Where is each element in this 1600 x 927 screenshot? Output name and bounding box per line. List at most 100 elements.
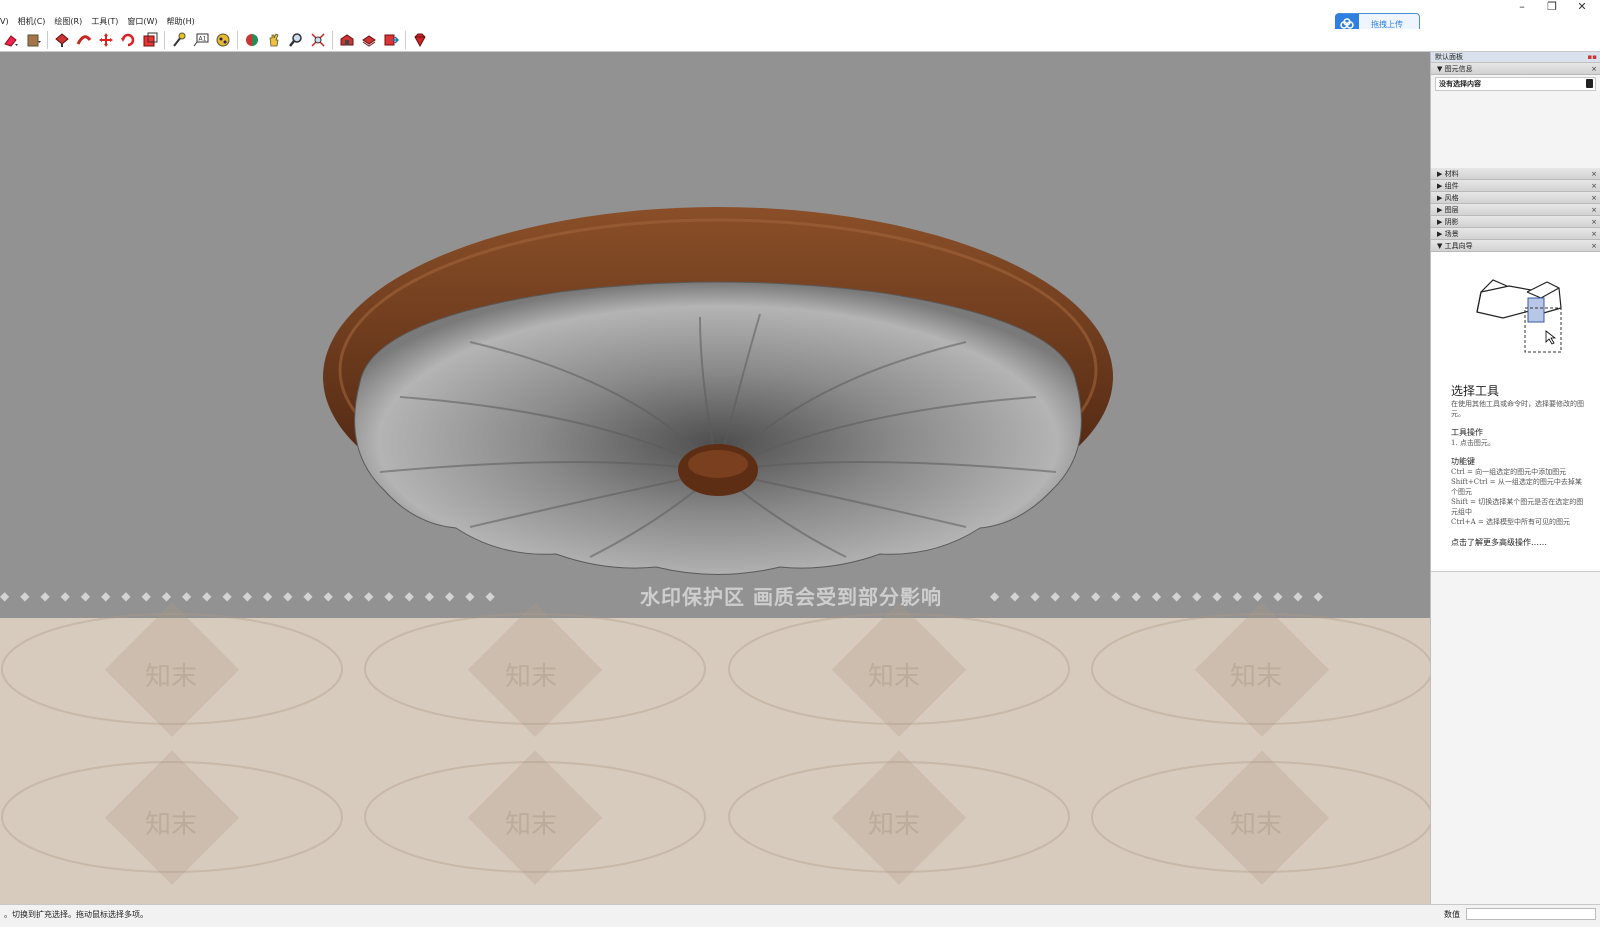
entity-info-selection: 没有选择内容 <box>1435 77 1596 91</box>
section-scenes[interactable]: ▶ 场景 × <box>1431 228 1600 240</box>
collapsed-arrow-icon: ▶ <box>1437 170 1443 178</box>
ruby-icon[interactable] <box>409 30 430 50</box>
pan-icon[interactable] <box>263 30 284 50</box>
title-bar: – ❐ ✕ <box>0 0 1600 14</box>
menu-window[interactable]: 窗口(W) <box>127 16 157 27</box>
toolbar-divider <box>332 31 333 49</box>
tray-pin-close-icon[interactable]: ▪▪ <box>1588 52 1598 63</box>
share-model-icon[interactable] <box>380 30 401 50</box>
close-icon[interactable]: × <box>1591 192 1597 204</box>
watermark-logo: 知末 <box>1230 662 1283 692</box>
section-label: 图层 <box>1444 206 1459 214</box>
model-viewport[interactable]: ◆◆◆◆◆◆◆◆◆◆◆◆◆◆◆◆◆◆◆◆◆◆◆◆◆ ◆◆◆◆◆◆◆◆◆◆◆◆◆◆… <box>0 52 1430 904</box>
menu-help[interactable]: 帮助(H) <box>167 16 195 27</box>
section-instructor[interactable]: ▼ 工具向导 × <box>1431 240 1600 252</box>
status-hint: 。切换到扩充选择。拖动鼠标选择多项。 <box>4 910 148 919</box>
eraser-icon[interactable] <box>0 30 21 50</box>
close-icon[interactable]: × <box>1591 168 1597 180</box>
zoom-extents-icon[interactable] <box>307 30 328 50</box>
instructor-body: 选择工具 在使用其他工具或命令时，选择要修改的图元。 工具操作 1. 点击图元。… <box>1431 252 1600 572</box>
minimize-button[interactable]: – <box>1507 0 1537 14</box>
zoom-icon[interactable] <box>285 30 306 50</box>
paint-icon[interactable] <box>212 30 233 50</box>
watermark-logo: 知末 <box>868 662 921 692</box>
watermark-dots-right: ◆◆◆◆◆◆◆◆◆◆◆◆◆◆◆◆◆ <box>990 589 1334 603</box>
close-button[interactable]: ✕ <box>1567 0 1597 14</box>
select-tool-illustration <box>1476 279 1562 353</box>
watermark-notice: 水印保护区 画质会受到部分影响 <box>640 585 942 609</box>
keys-heading: 功能键 <box>1451 457 1475 466</box>
watermark-logo: 知末 <box>868 810 921 840</box>
expand-arrow-icon: ▼ <box>1437 242 1443 250</box>
section-label: 组件 <box>1444 182 1459 190</box>
entity-info-header[interactable]: ▼ 图元信息 × <box>1431 63 1600 75</box>
tool-title: 选择工具 <box>1451 384 1500 398</box>
section-label: 工具向导 <box>1444 242 1473 250</box>
status-bar: 。切换到扩充选择。拖动鼠标选择多项。 数值 <box>0 904 1600 927</box>
section-shadows[interactable]: ▶ 阴影 × <box>1431 216 1600 228</box>
toolbar-divider <box>405 31 406 49</box>
watermark-logo: 知末 <box>145 810 198 840</box>
section-label: 风格 <box>1444 194 1459 202</box>
section-label: 阴影 <box>1444 218 1459 226</box>
sketchup-window: – ❐ ✕ V) 相机(C) 绘图(R) 工具(T) 窗口(W) 帮助(H) 拖… <box>0 0 1600 927</box>
key-item: Shift = 切换选择某个图元是否在选定的图元组中 <box>1451 498 1584 516</box>
menu-tools[interactable]: 工具(T) <box>91 16 118 27</box>
measurements-label: 数值 <box>1444 910 1460 919</box>
scale-icon[interactable] <box>139 30 160 50</box>
close-icon[interactable]: × <box>1591 240 1597 252</box>
close-icon[interactable]: × <box>1591 204 1597 216</box>
warehouse-icon[interactable] <box>336 30 357 50</box>
entity-info-label: 图元信息 <box>1444 65 1473 73</box>
close-icon[interactable]: × <box>1591 216 1597 228</box>
collapsed-arrow-icon: ▶ <box>1437 218 1443 226</box>
section-layers[interactable]: ▶ 图层 × <box>1431 204 1600 216</box>
advanced-operations-link[interactable]: 点击了解更多高级操作…… <box>1451 537 1588 548</box>
svg-text:A1: A1 <box>198 36 206 43</box>
collapsed-arrow-icon: ▶ <box>1437 182 1443 190</box>
tool-description: 在使用其他工具或命令时，选择要修改的图元。 <box>1451 400 1584 418</box>
lock-icon[interactable] <box>1586 79 1593 88</box>
key-item: Shift+Ctrl = 从一组选定的图元中去掉某个图元 <box>1451 478 1582 496</box>
watermark-pattern <box>104 602 1330 885</box>
toolbar-divider <box>237 31 238 49</box>
tray-title: 默认面板 ▪▪ <box>1431 52 1600 63</box>
move-icon[interactable] <box>95 30 116 50</box>
menu-camera[interactable]: 相机(C) <box>18 16 46 27</box>
upload-label: 拖拽上传 <box>1371 19 1403 29</box>
close-icon[interactable]: × <box>1591 228 1597 240</box>
menu-draw[interactable]: 绘图(R) <box>54 16 82 27</box>
watermark-logo: 知末 <box>505 810 558 840</box>
operation-item: 1. 点击图元。 <box>1451 439 1495 447</box>
expand-arrow-icon: ▼ <box>1437 65 1443 73</box>
orbit-icon[interactable] <box>241 30 262 50</box>
watermark-logo: 知末 <box>505 662 558 692</box>
key-item: Ctrl+A = 选择模型中所有可见的图元 <box>1451 518 1570 526</box>
section-materials[interactable]: ▶ 材料 × <box>1431 168 1600 180</box>
measurements-input[interactable] <box>1466 908 1596 920</box>
follow-me-icon[interactable] <box>73 30 94 50</box>
section-styles[interactable]: ▶ 风格 × <box>1431 192 1600 204</box>
close-icon[interactable]: × <box>1591 63 1597 75</box>
instructor-text: 选择工具 在使用其他工具或命令时，选择要修改的图元。 工具操作 1. 点击图元。… <box>1431 372 1600 548</box>
watermark-logo: 知末 <box>1230 810 1283 840</box>
collapsed-arrow-icon: ▶ <box>1437 206 1443 214</box>
close-icon[interactable]: × <box>1591 180 1597 192</box>
restore-button[interactable]: ❐ <box>1537 0 1567 14</box>
text-icon[interactable]: A1 <box>190 30 211 50</box>
menu-view[interactable]: V) <box>0 17 9 26</box>
section-components[interactable]: ▶ 组件 × <box>1431 180 1600 192</box>
rotate-icon[interactable] <box>117 30 138 50</box>
toolbar-divider <box>164 31 165 49</box>
ceiling-lamp-model <box>1 207 1430 885</box>
selection-status: 没有选择内容 <box>1439 80 1481 88</box>
section-label: 场景 <box>1444 230 1459 238</box>
key-item: Ctrl = 向一组选定的图元中添加图元 <box>1451 468 1567 476</box>
entity-info-body <box>1431 93 1600 168</box>
paint-bucket-icon[interactable] <box>22 30 43 50</box>
tape-measure-icon[interactable] <box>168 30 189 50</box>
toolbar-divider <box>47 31 48 49</box>
push-pull-icon[interactable] <box>51 30 72 50</box>
extension-icon[interactable] <box>358 30 379 50</box>
default-tray: 默认面板 ▪▪ ▼ 图元信息 × 没有选择内容 ▶ 材料 × ▶ 组件 × ▶ 风格… <box>1430 52 1600 904</box>
